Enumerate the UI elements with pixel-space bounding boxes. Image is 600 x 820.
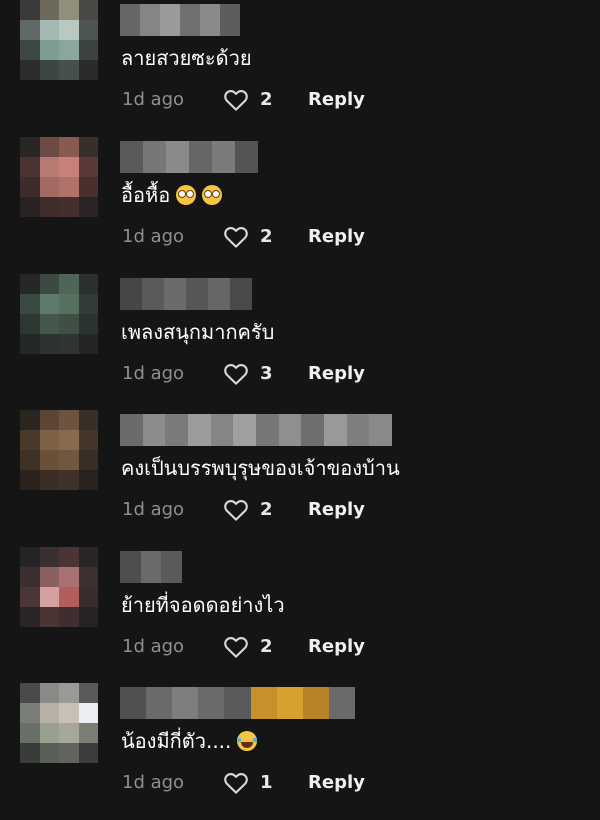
like-button[interactable]: 2 bbox=[222, 84, 273, 116]
comment-text: น้องมีกี่ตัว.... bbox=[121, 723, 258, 759]
comment-text: ย้ายที่จอดดอย่างไว bbox=[121, 587, 285, 623]
like-button[interactable]: 3 bbox=[222, 358, 273, 390]
reply-button[interactable]: Reply bbox=[308, 358, 365, 390]
comment-meta: 1d ago 2 Reply bbox=[122, 221, 482, 253]
comment-item: ลายสวยซะด้วย 1d ago 2 Reply bbox=[0, 0, 600, 137]
comment-text: อื้อหื้อ bbox=[121, 177, 223, 213]
comment-text: เพลงสนุกมากครับ bbox=[121, 314, 274, 350]
heart-icon[interactable] bbox=[222, 223, 250, 251]
tears-of-joy-emoji-icon bbox=[237, 731, 258, 751]
comment-timestamp: 1d ago bbox=[122, 89, 185, 110]
username-censored[interactable] bbox=[120, 278, 252, 310]
like-count: 2 bbox=[260, 89, 273, 110]
comment-text-content: ลายสวยซะด้วย bbox=[121, 46, 252, 70]
comment-item: อื้อหื้อ 1d ago 2 Reply bbox=[0, 137, 600, 274]
reply-button[interactable]: Reply bbox=[308, 494, 365, 526]
like-count: 2 bbox=[260, 499, 273, 520]
comment-meta: 1d ago 2 Reply bbox=[122, 84, 482, 116]
flushed-face-emoji-icon bbox=[176, 185, 197, 205]
like-button[interactable]: 2 bbox=[222, 221, 273, 253]
heart-icon[interactable] bbox=[222, 496, 250, 524]
like-count: 2 bbox=[260, 636, 273, 657]
comment-timestamp: 1d ago bbox=[122, 226, 185, 247]
comment-meta: 1d ago 3 Reply bbox=[122, 358, 482, 390]
avatar[interactable] bbox=[20, 683, 98, 763]
comment-text-content: อื้อหื้อ bbox=[121, 183, 171, 207]
like-count: 2 bbox=[260, 226, 273, 247]
reply-button[interactable]: Reply bbox=[308, 631, 365, 663]
avatar[interactable] bbox=[20, 410, 98, 490]
reply-button[interactable]: Reply bbox=[308, 84, 365, 116]
heart-icon[interactable] bbox=[222, 360, 250, 388]
comment-meta: 1d ago 2 Reply bbox=[122, 631, 482, 663]
comment-text-content: ย้ายที่จอดดอย่างไว bbox=[121, 593, 285, 617]
comment-item: เพลงสนุกมากครับ 1d ago 3 Reply bbox=[0, 274, 600, 411]
username-censored[interactable] bbox=[120, 551, 182, 583]
comment-item: คงเป็นบรรพบุรุษของเจ้าของบ้าน 1d ago 2 Repl… bbox=[0, 410, 600, 547]
like-button[interactable]: 2 bbox=[222, 631, 273, 663]
username-censored[interactable] bbox=[120, 687, 355, 719]
heart-icon[interactable] bbox=[222, 769, 250, 797]
reply-button[interactable]: Reply bbox=[308, 221, 365, 253]
comment-timestamp: 1d ago bbox=[122, 363, 185, 384]
comment-text: ลายสวยซะด้วย bbox=[121, 40, 252, 76]
avatar[interactable] bbox=[20, 274, 98, 354]
like-button[interactable]: 2 bbox=[222, 494, 273, 526]
flushed-face-emoji-icon bbox=[202, 185, 223, 205]
comment-timestamp: 1d ago bbox=[122, 772, 185, 793]
like-button[interactable]: 1 bbox=[222, 767, 273, 799]
comment-timestamp: 1d ago bbox=[122, 499, 185, 520]
like-count: 1 bbox=[260, 772, 273, 793]
avatar[interactable] bbox=[20, 0, 98, 80]
comment-meta: 1d ago 1 Reply bbox=[122, 767, 482, 799]
comment-meta: 1d ago 2 Reply bbox=[122, 494, 482, 526]
comment-item: น้องมีกี่ตัว.... 1d ago 1 Reply bbox=[0, 683, 600, 820]
comment-text-content: เพลงสนุกมากครับ bbox=[121, 320, 275, 344]
comment-text-content: คงเป็นบรรพบุรุษของเจ้าของบ้าน bbox=[121, 456, 400, 480]
comment-timestamp: 1d ago bbox=[122, 636, 185, 657]
avatar[interactable] bbox=[20, 137, 98, 217]
username-censored[interactable] bbox=[120, 414, 392, 446]
reply-button[interactable]: Reply bbox=[308, 767, 365, 799]
username-censored[interactable] bbox=[120, 4, 240, 36]
heart-icon[interactable] bbox=[222, 633, 250, 661]
username-censored[interactable] bbox=[120, 141, 258, 173]
comment-text: คงเป็นบรรพบุรุษของเจ้าของบ้าน bbox=[121, 450, 400, 486]
like-count: 3 bbox=[260, 363, 273, 384]
avatar[interactable] bbox=[20, 547, 98, 627]
comment-item: ย้ายที่จอดดอย่างไว 1d ago 2 Reply bbox=[0, 547, 600, 684]
heart-icon[interactable] bbox=[222, 86, 250, 114]
comment-text-content: น้องมีกี่ตัว.... bbox=[121, 729, 232, 753]
